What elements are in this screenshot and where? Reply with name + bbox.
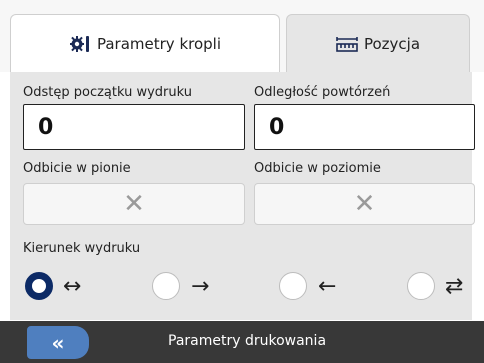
bottom-navigation-bar: « Parametry drukowania (0, 321, 484, 363)
tab-drop-parameters[interactable]: Parametry kropli (10, 14, 280, 72)
direction-radio-bidirectional[interactable] (25, 272, 53, 300)
left-arrow-icon: ← (318, 274, 337, 299)
horizontal-flip-label: Odbicie w poziomie (254, 161, 381, 176)
repeat-distance-input[interactable]: 0 (254, 104, 475, 150)
right-arrow-icon: → (191, 274, 210, 299)
repeat-distance-label: Odległość powtórzeń (254, 85, 391, 100)
back-button[interactable]: « (27, 326, 89, 359)
direction-radio-left[interactable] (279, 272, 307, 300)
gear-icon (69, 34, 91, 54)
vertical-flip-toggle[interactable]: ✕ (23, 183, 245, 225)
tab-drop-parameters-label: Parametry kropli (96, 34, 221, 53)
print-start-offset-label: Odstęp początku wydruku (23, 85, 193, 100)
tab-position[interactable]: Pozycja (286, 14, 470, 72)
alternating-arrows-icon: ⇄ (445, 274, 464, 299)
x-icon: ✕ (353, 189, 376, 219)
vertical-flip-label: Odbicie w pionie (23, 161, 131, 176)
double-chevron-left-icon: « (51, 330, 65, 355)
tab-position-label: Pozycja (363, 34, 421, 53)
bidirectional-arrow-icon: ↔ (63, 274, 82, 299)
screen-title: Parametry drukowania (168, 333, 327, 349)
ruler-icon (336, 35, 358, 53)
x-icon: ✕ (123, 189, 145, 219)
horizontal-flip-toggle[interactable]: ✕ (254, 183, 475, 225)
print-start-offset-input[interactable]: 0 (23, 104, 245, 150)
tab-bar: Parametry kropli Pozycja (0, 0, 484, 72)
print-direction-label: Kierunek wydruku (23, 241, 141, 256)
print-position-screen: Parametry kropli Pozycja Odstęp początku… (0, 0, 484, 363)
direction-radio-alternating[interactable] (407, 272, 435, 300)
direction-radio-right[interactable] (152, 272, 180, 300)
